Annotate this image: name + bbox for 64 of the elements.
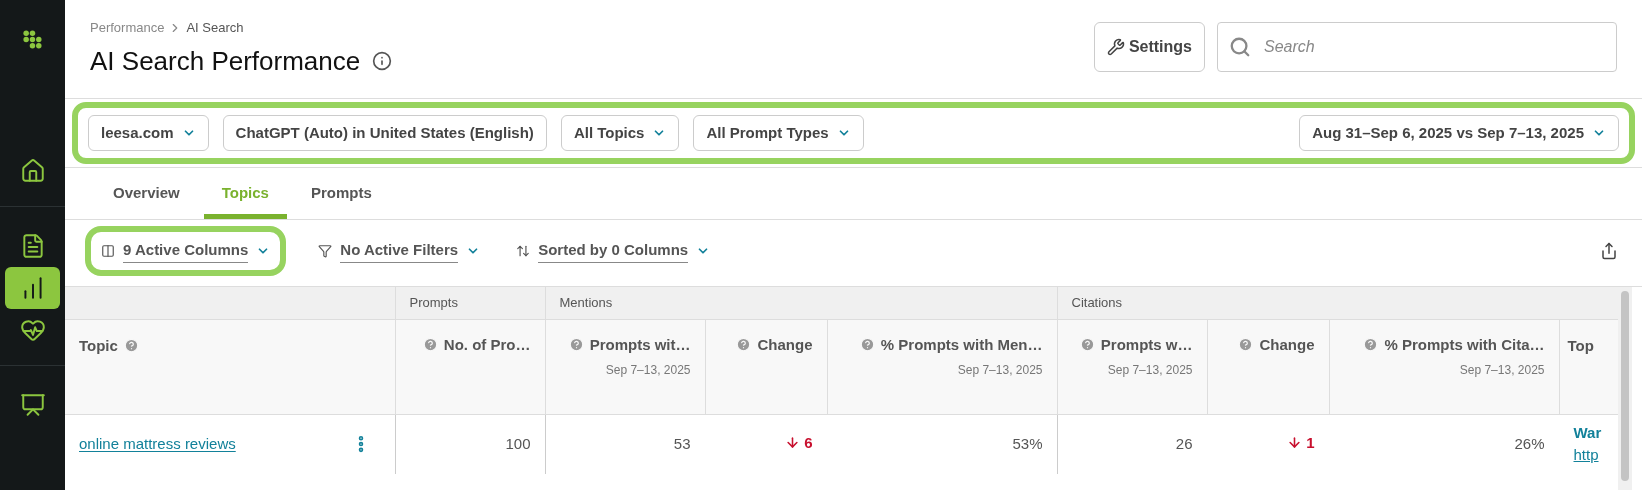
- column-group-header: Prompts: [395, 287, 545, 319]
- column-header[interactable]: % Prompts with Men…: [859, 333, 1043, 356]
- tab[interactable]: Prompts: [292, 181, 390, 219]
- table-cell: 26%: [1514, 435, 1545, 452]
- column-header[interactable]: Change: [736, 333, 813, 356]
- filter-dropdown[interactable]: All Topics: [560, 115, 680, 151]
- table-cell: 100: [505, 435, 531, 452]
- source-title[interactable]: War: [1573, 421, 1605, 445]
- column-header[interactable]: Prompts w…: [1079, 333, 1193, 356]
- logo-icon[interactable]: [21, 30, 44, 50]
- arrow-down-icon: [1287, 435, 1303, 451]
- table-cell: 53%: [1012, 435, 1043, 452]
- arrow-down-icon: [785, 435, 801, 451]
- help-icon: [736, 337, 752, 353]
- help-icon: [859, 337, 875, 353]
- export-icon[interactable]: [1600, 242, 1618, 260]
- filter-dropdown[interactable]: ChatGPT (Auto) in United States (English): [222, 115, 547, 151]
- column-header[interactable]: Topic: [79, 334, 139, 357]
- breadcrumb-link[interactable]: Performance: [90, 18, 165, 38]
- wrench-icon: [1106, 38, 1125, 56]
- search-field[interactable]: Search: [1217, 22, 1617, 72]
- topic-link[interactable]: online mattress reviews: [79, 433, 236, 456]
- help-icon: [123, 338, 139, 354]
- filter-dropdown[interactable]: All Prompt Types: [693, 115, 864, 151]
- column-header[interactable]: Prompts wit…: [568, 333, 691, 356]
- change-value: 6: [785, 431, 813, 455]
- scrollbar[interactable]: [1618, 287, 1632, 490]
- tab[interactable]: Overview: [95, 181, 198, 219]
- presentation-icon: [19, 392, 46, 418]
- column-group-header: Mentions: [545, 287, 1057, 319]
- page-title: AI Search Performance: [90, 44, 361, 78]
- column-header[interactable]: No. of Pro…: [422, 333, 531, 356]
- help-icon: [1079, 337, 1095, 353]
- toolbar-dropdown[interactable]: 9 Active Columns: [101, 239, 271, 263]
- date-range-dropdown[interactable]: Aug 31–Sep 6, 2025 vs Sep 7–13, 2025: [1299, 115, 1619, 151]
- filter-icon: [318, 244, 333, 258]
- column-date: Sep 7–13, 2025: [1106, 362, 1193, 380]
- source-link[interactable]: http: [1573, 444, 1605, 467]
- search-icon: [1229, 36, 1251, 58]
- columns-icon: [101, 244, 115, 258]
- help-icon: [1238, 337, 1254, 353]
- column-group-header: Citations: [1057, 287, 1618, 319]
- breadcrumb-current: AI Search: [186, 19, 244, 37]
- column-date: Sep 7–13, 2025: [1458, 362, 1545, 380]
- table-cell: 53: [673, 435, 691, 452]
- sidebar-item[interactable]: [5, 267, 60, 309]
- column-date: Sep 7–13, 2025: [604, 362, 691, 380]
- column-header[interactable]: Top: [1567, 334, 1594, 357]
- home-icon: [19, 158, 46, 184]
- toolbar-dropdown[interactable]: Sorted by 0 Columns: [516, 239, 711, 263]
- column-header[interactable]: Change: [1238, 333, 1315, 356]
- sort-icon: [516, 244, 531, 258]
- help-icon: [1363, 337, 1379, 353]
- settings-button[interactable]: Settings: [1093, 22, 1205, 72]
- info-icon: [372, 51, 393, 71]
- table-cell: 26: [1175, 435, 1193, 452]
- help-icon: [422, 337, 438, 353]
- heart-pulse-icon: [19, 317, 46, 343]
- column-date: Sep 7–13, 2025: [956, 362, 1043, 380]
- change-value: 1: [1287, 431, 1315, 455]
- help-icon: [568, 337, 584, 353]
- toolbar-dropdown[interactable]: No Active Filters: [318, 239, 481, 263]
- column-header[interactable]: % Prompts with Cita…: [1363, 333, 1545, 356]
- filter-dropdown[interactable]: leesa.com: [88, 115, 209, 151]
